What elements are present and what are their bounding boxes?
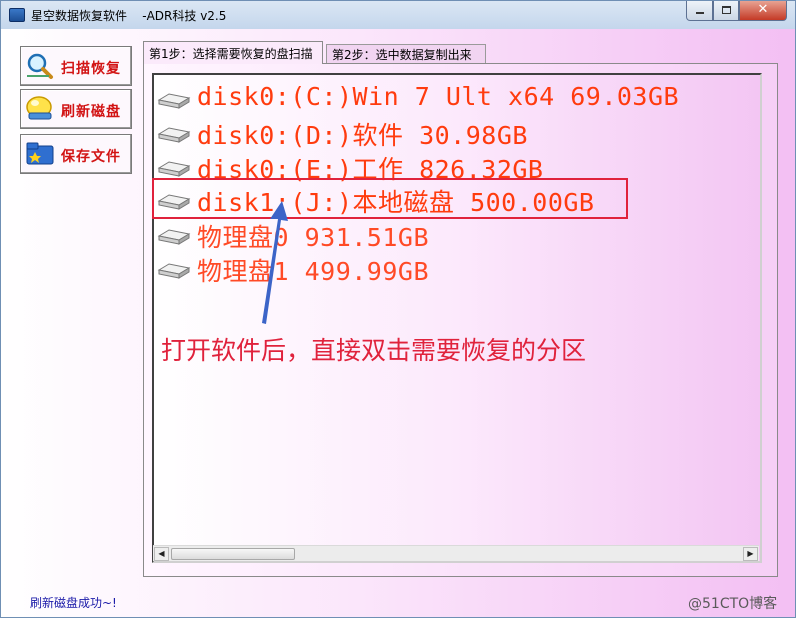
minimize-icon xyxy=(695,12,704,14)
annotation-text: 打开软件后，直接双击需要恢复的分区 xyxy=(161,336,587,365)
horizontal-scrollbar[interactable]: ◀ ▶ xyxy=(153,545,759,561)
maximize-icon xyxy=(721,6,731,14)
window-title: 星空数据恢复软件 -ADR科技 v2.5 xyxy=(31,9,227,23)
disk-label: disk0:(C:)Win 7 Ult x64 69.03GB xyxy=(197,82,680,111)
hard-drive-icon xyxy=(157,93,191,109)
save-folder-icon xyxy=(26,142,54,165)
tab-step1[interactable]: 第1步：选择需要恢复的盘扫描 xyxy=(143,41,323,64)
scroll-right-button[interactable]: ▶ xyxy=(743,547,758,561)
refresh-disk-label: 刷新磁盘 xyxy=(61,104,121,120)
disk-label: 物理盘0 931.51GB xyxy=(197,223,430,252)
scroll-left-button[interactable]: ◀ xyxy=(154,547,169,561)
minimize-button[interactable] xyxy=(686,1,713,21)
tab-step2[interactable]: 第2步：选中数据复制出来 xyxy=(326,44,486,63)
maximize-button[interactable] xyxy=(713,1,739,21)
save-file-label: 保存文件 xyxy=(61,149,121,165)
scan-recover-label: 扫描恢复 xyxy=(61,61,121,77)
disk-label: 物理盘1 499.99GB xyxy=(197,257,430,286)
save-file-button[interactable]: 保存文件 xyxy=(20,134,132,174)
app-window: 星空数据恢复软件 -ADR科技 v2.5 ✕ 扫描恢复 刷新磁盘 保存文件 第1… xyxy=(0,0,796,618)
hard-drive-icon xyxy=(157,263,191,279)
highlight-box xyxy=(152,178,628,219)
hard-drive-icon xyxy=(157,161,191,177)
hard-drive-icon xyxy=(157,127,191,143)
close-button[interactable]: ✕ xyxy=(739,1,787,21)
refresh-disk-button[interactable]: 刷新磁盘 xyxy=(20,89,132,129)
refresh-disk-icon xyxy=(26,96,52,120)
hard-drive-icon xyxy=(157,229,191,245)
magnifier-icon xyxy=(27,53,53,79)
watermark: @51CTO博客 xyxy=(688,596,778,612)
title-bar[interactable]: 星空数据恢复软件 -ADR科技 v2.5 xyxy=(1,1,795,29)
scan-recover-button[interactable]: 扫描恢复 xyxy=(20,46,132,86)
status-message: 刷新磁盘成功~! xyxy=(30,596,117,610)
disk-label: disk0:(D:)软件 30.98GB xyxy=(197,121,528,150)
disk-list[interactable]: disk0:(C:)Win 7 Ult x64 69.03GB disk0:(D… xyxy=(152,73,762,563)
scroll-thumb[interactable] xyxy=(171,548,295,560)
app-icon xyxy=(9,8,25,22)
annotation-arrow-icon xyxy=(262,201,288,324)
